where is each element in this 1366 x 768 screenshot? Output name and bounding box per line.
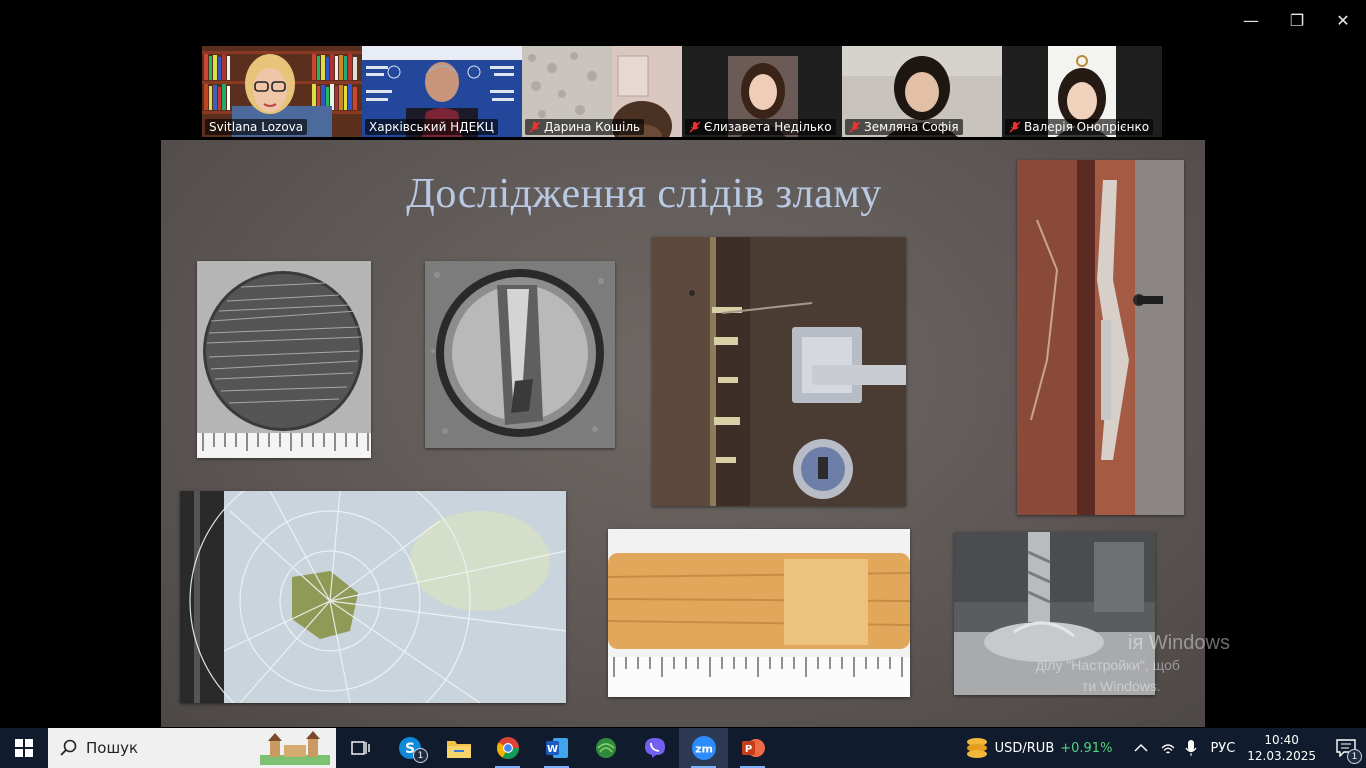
photo-broken-door-edge xyxy=(1017,160,1184,515)
taskbar-app-zoom[interactable]: zm xyxy=(679,728,728,768)
word-icon: W xyxy=(545,738,568,758)
close-button[interactable]: ✕ xyxy=(1326,6,1360,34)
taskbar-app-word[interactable]: W xyxy=(532,728,581,768)
search-label: Пошук xyxy=(86,739,139,757)
activation-watermark-text: ділу "Настройки", щоб xyxy=(1036,657,1180,673)
folder-icon xyxy=(446,741,471,758)
taskbar-app-skype[interactable]: S 1 xyxy=(385,728,434,768)
task-view-button[interactable] xyxy=(336,728,385,768)
coins-icon xyxy=(966,738,987,758)
chevron-up-icon[interactable] xyxy=(1134,743,1148,753)
start-button[interactable] xyxy=(0,728,48,768)
muted-mic-icon xyxy=(1009,121,1021,133)
taskbar-app-watermelon[interactable] xyxy=(581,728,630,768)
network-icon[interactable] xyxy=(1160,740,1176,756)
skype-notification-badge: 1 xyxy=(413,748,428,763)
muted-mic-icon xyxy=(849,121,861,133)
photo-tool-marks-wood xyxy=(608,529,910,697)
photo-damaged-door-lock xyxy=(652,237,906,506)
svg-text:zm: zm xyxy=(695,743,713,756)
minimize-button[interactable]: — xyxy=(1234,6,1268,34)
viber-icon xyxy=(644,738,665,758)
system-tray: USD/RUB +0.91% РУС 10:40 12.03.2025 1 xyxy=(965,728,1366,768)
participant-tile[interactable]: Валерія Онопрієнко xyxy=(1002,46,1162,137)
chrome-icon xyxy=(496,737,519,759)
watermelon-app-icon xyxy=(595,738,616,758)
clock[interactable]: 10:40 12.03.2025 xyxy=(1247,732,1316,764)
taskbar-app-powerpoint[interactable]: P xyxy=(728,728,777,768)
participant-name: Харківський НДЕКЦ xyxy=(365,119,498,135)
action-center-button[interactable]: 1 xyxy=(1326,728,1366,768)
participant-name: Єлизавета Неділько xyxy=(685,119,836,135)
svg-text:P: P xyxy=(744,744,751,755)
participant-tile[interactable]: Svitlana Lozova xyxy=(202,46,362,137)
maximize-button[interactable]: ❐ xyxy=(1280,6,1314,34)
participant-name: Земляна Софія xyxy=(845,119,963,135)
activation-watermark-title: ія Windows xyxy=(1128,632,1230,654)
powerpoint-icon: P xyxy=(741,739,765,757)
muted-mic-icon xyxy=(529,121,541,133)
slide-title: Дослідження слідів зламу xyxy=(406,171,882,217)
language-indicator[interactable]: РУС xyxy=(1210,741,1235,756)
participant-tile[interactable]: Дарина Кошіль xyxy=(522,46,682,137)
photo-broken-glass xyxy=(180,491,566,703)
taskbar-app-viber[interactable] xyxy=(630,728,679,768)
participant-name: Svitlana Lozova xyxy=(205,119,308,135)
notification-count-badge: 1 xyxy=(1347,749,1362,764)
windows-logo-icon xyxy=(15,739,33,757)
castle-illustration-icon xyxy=(260,731,330,765)
taskbar-search-box[interactable]: Пошук xyxy=(48,728,336,768)
zoom-icon: zm xyxy=(691,736,716,760)
taskbar: Пошук S 1 W zm P USD/RUB +0.91% РУС 10:4… xyxy=(0,728,1366,768)
currency-ticker-widget[interactable]: USD/RUB +0.91% xyxy=(965,737,1113,759)
clock-date: 12.03.2025 xyxy=(1247,749,1316,763)
taskbar-app-file-explorer[interactable] xyxy=(434,728,483,768)
microphone-icon[interactable] xyxy=(1184,739,1198,757)
zoom-meeting-window: — ❐ ✕ Svitlana Lozova Харківський НДЕКЦ … xyxy=(0,0,1366,768)
photo-scratched-cylinder xyxy=(197,261,371,458)
activation-watermark-text: ти Windows. xyxy=(1082,678,1161,694)
search-icon xyxy=(60,739,77,756)
participant-strip: Svitlana Lozova Харківський НДЕКЦ Дарина… xyxy=(202,46,1163,137)
participant-name: Дарина Кошіль xyxy=(525,119,645,135)
clock-time: 10:40 xyxy=(1264,733,1299,747)
ticker-change: +0.91% xyxy=(1060,740,1113,756)
ticker-label: USD/RUB xyxy=(994,740,1055,756)
participant-tile[interactable]: Єлизавета Неділько xyxy=(682,46,842,137)
task-view-icon xyxy=(350,741,370,755)
participant-name: Валерія Онопрієнко xyxy=(1005,119,1154,135)
muted-mic-icon xyxy=(689,121,701,133)
taskbar-app-chrome[interactable] xyxy=(483,728,532,768)
participant-tile[interactable]: Земляна Софія xyxy=(842,46,1002,137)
svg-text:W: W xyxy=(546,744,557,755)
shared-screen-slide: Дослідження слідів зламу xyxy=(161,140,1205,727)
participant-tile-active-speaker[interactable]: Харківський НДЕКЦ xyxy=(362,46,522,137)
photo-lock-cylinder xyxy=(425,261,615,448)
